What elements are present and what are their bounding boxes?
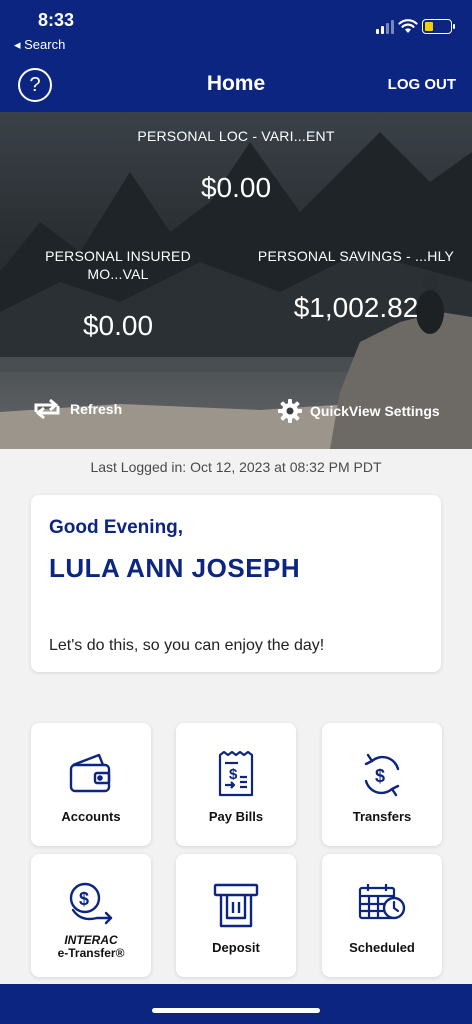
quickview-settings-button[interactable]: QuickView Settings: [278, 399, 440, 423]
battery-icon: [422, 19, 455, 34]
refresh-button[interactable]: Refresh: [32, 399, 122, 419]
tile-label: Deposit: [212, 940, 260, 955]
greeting-salutation: Good Evening,: [49, 517, 184, 538]
account-name[interactable]: PERSONAL INSURED: [18, 248, 218, 264]
tile-label: Accounts: [61, 809, 121, 824]
svg-text:$: $: [375, 766, 385, 786]
wallet-icon: [69, 753, 111, 793]
refresh-label: Refresh: [70, 401, 123, 417]
tile-label: INTERAC e-Transfer®: [31, 934, 151, 960]
tile-label: Transfers: [352, 809, 412, 824]
quickview-panel: PERSONAL LOC - VARI...ENT $0.00 PERSONAL…: [0, 112, 472, 449]
top-nav-bar: ? Home LOG OUT: [0, 62, 472, 112]
atm-deposit-icon: [213, 883, 259, 928]
greeting-message: Let's do this, so you can enjoy the day!: [49, 637, 325, 654]
account-name[interactable]: PERSONAL SAVINGS - ...HLY: [244, 248, 468, 264]
wifi-icon: [398, 19, 418, 33]
greeting-card: Good Evening, LULA ANN JOSEPH Let's do t…: [31, 495, 441, 672]
accounts-tile[interactable]: Accounts: [31, 723, 151, 846]
account-balance[interactable]: $0.00: [0, 172, 472, 204]
tile-label: Pay Bills: [208, 809, 264, 824]
back-to-search-link[interactable]: ◂ Search: [14, 37, 65, 53]
cellular-signal-icon: [376, 20, 394, 34]
quickview-settings-label: QuickView Settings: [310, 403, 440, 419]
svg-text:$: $: [229, 766, 238, 783]
bill-icon: $: [218, 751, 254, 797]
account-name[interactable]: PERSONAL LOC - VARI...ENT: [0, 128, 472, 144]
scheduled-tile[interactable]: Scheduled: [322, 854, 442, 977]
pay-bills-tile[interactable]: $ Pay Bills: [176, 723, 296, 846]
tile-label: Scheduled: [349, 940, 415, 955]
bottom-bar: [0, 984, 472, 1024]
gear-icon: [278, 399, 302, 423]
account-balance[interactable]: $0.00: [18, 310, 218, 342]
last-logged-in-text: Last Logged in: Oct 12, 2023 at 08:32 PM…: [90, 459, 382, 475]
status-bar: 8:33 ◂ Search: [0, 0, 472, 62]
interac-etransfer-tile[interactable]: $ INTERAC e-Transfer®: [31, 854, 151, 977]
account-name-continued[interactable]: MO...VAL: [18, 266, 218, 282]
etransfer-icon: $: [69, 882, 113, 925]
logout-button[interactable]: LOG OUT: [388, 76, 456, 93]
account-balance[interactable]: $1,002.82: [244, 292, 468, 324]
status-time: 8:33: [38, 10, 75, 30]
customer-name: LULA ANN JOSEPH: [49, 553, 301, 583]
svg-text:$: $: [79, 889, 89, 909]
transfers-tile[interactable]: $ Transfers: [322, 723, 442, 846]
calendar-clock-icon: [358, 884, 406, 920]
etransfer-label: e-Transfer®: [57, 946, 125, 960]
home-indicator[interactable]: [152, 1008, 320, 1013]
refresh-icon: [34, 399, 60, 419]
deposit-tile[interactable]: Deposit: [176, 854, 296, 977]
transfer-icon: $: [364, 753, 400, 797]
